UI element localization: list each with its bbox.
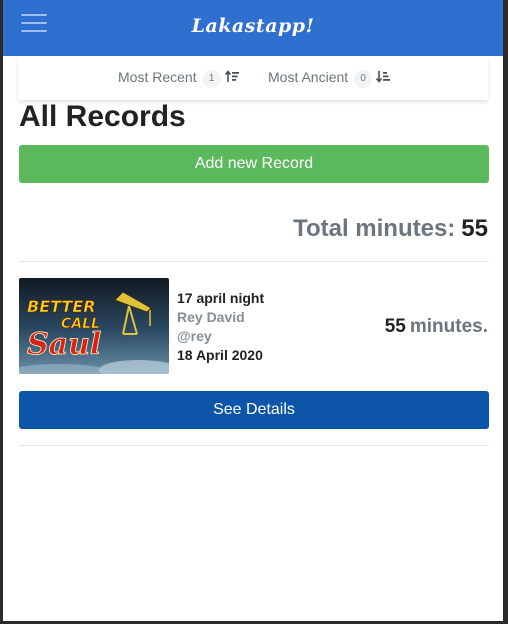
divider <box>19 445 489 446</box>
sort-most-recent[interactable]: Most Recent 1 <box>118 69 239 88</box>
add-record-button[interactable]: Add new Record <box>19 145 489 183</box>
record-info: 17 april night Rey David @rey 18 April 2… <box>177 289 264 365</box>
sort-ascending-icon <box>376 70 391 86</box>
record-user-name[interactable]: Rey David <box>177 308 264 327</box>
record-user-handle[interactable]: @rey <box>177 327 264 346</box>
divider <box>19 261 489 262</box>
record-name[interactable]: 17 april night <box>177 289 264 308</box>
record-date: 18 April 2020 <box>177 347 263 363</box>
navbar: Lakastapp! <box>3 0 503 56</box>
brand-logo[interactable]: Lakastapp! <box>3 15 503 37</box>
sort-bar: Most Recent 1 Most Ancient 0 <box>18 56 488 100</box>
sort-descending-icon <box>224 70 239 86</box>
page-title: All Records <box>19 100 186 133</box>
thumbnail-line3: Saul <box>27 327 101 362</box>
sort-most-recent-count: 1 <box>202 70 221 88</box>
see-details-button[interactable]: See Details <box>19 391 489 429</box>
total-minutes: Total minutes: 55 <box>293 215 488 243</box>
record-minutes-unit: minutes. <box>409 316 488 337</box>
total-minutes-label: Total minutes: <box>293 215 456 242</box>
total-minutes-value: 55 <box>461 215 488 242</box>
sort-most-ancient-count: 0 <box>354 70 373 88</box>
record-minutes: 55 minutes. <box>385 316 488 338</box>
app-window: Lakastapp! Most Recent 1 Most Ancient 0 Al… <box>3 0 503 621</box>
sort-most-recent-label: Most Recent <box>118 69 197 85</box>
sort-most-ancient[interactable]: Most Ancient 0 <box>268 69 391 88</box>
record-thumbnail[interactable]: BETTER CALL Saul <box>19 278 169 374</box>
sort-most-ancient-label: Most Ancient <box>268 69 349 85</box>
record-minutes-value: 55 <box>384 316 406 337</box>
thumbnail-line1: BETTER <box>27 297 96 316</box>
